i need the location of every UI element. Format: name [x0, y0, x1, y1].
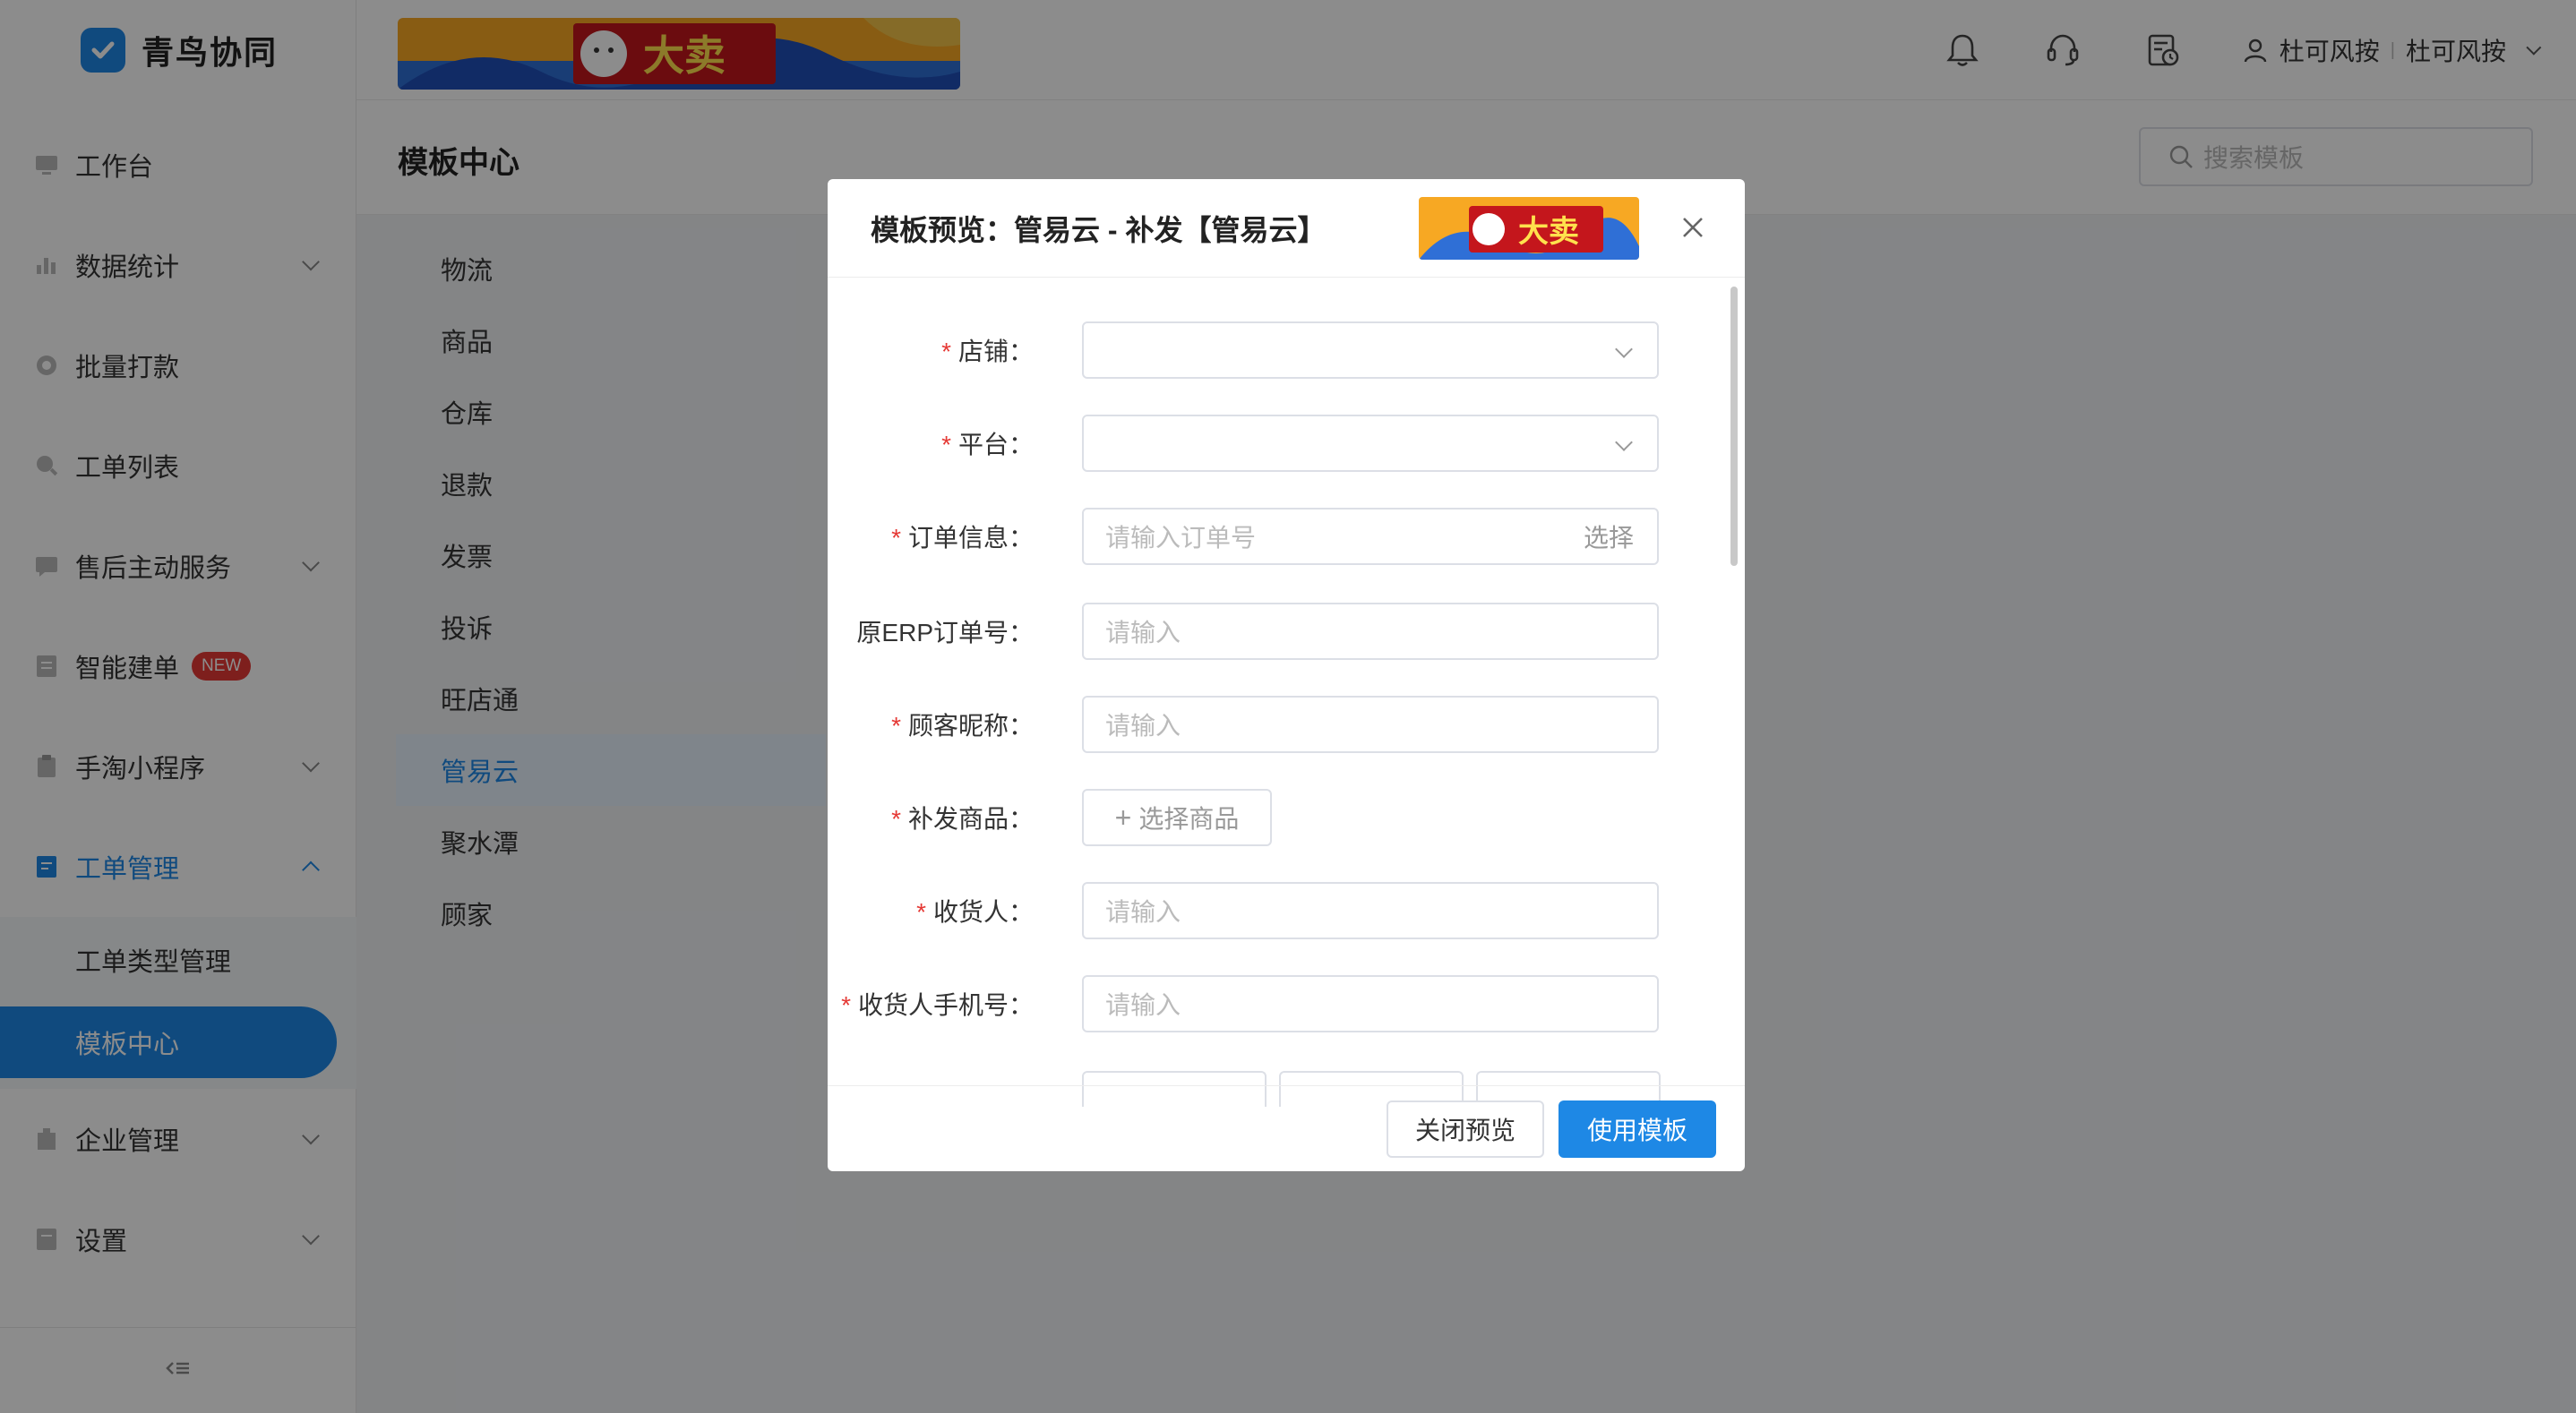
scrollbar-thumb[interactable]	[1730, 287, 1738, 566]
modal-title: 模板预览：管易云 - 补发【管易云】	[871, 214, 1327, 246]
form-row-receiver-phone: * 收货人手机号： 请输入	[828, 974, 1723, 1033]
close-icon[interactable]	[1675, 210, 1711, 245]
required-mark: *	[841, 991, 851, 1019]
form-row-order-info: * 订单信息： 请输入订单号 选择	[828, 507, 1723, 566]
receiver-input[interactable]: 请输入	[1082, 882, 1659, 939]
required-mark: *	[891, 524, 901, 552]
modal-banner-text: 大卖	[1518, 214, 1579, 250]
input-placeholder: 请输入	[1105, 898, 1181, 926]
form-row-platform: * 平台：	[828, 414, 1723, 473]
input-placeholder: 请输入订单号	[1105, 524, 1257, 552]
field-label: 原ERP订单号：	[856, 619, 1034, 647]
close-preview-button[interactable]: 关闭预览	[1387, 1100, 1544, 1158]
erp-order-input[interactable]: 请输入	[1082, 603, 1659, 660]
modal-footer: 关闭预览 使用模板	[828, 1085, 1745, 1171]
chevron-down-icon	[1615, 433, 1633, 451]
platform-select[interactable]	[1082, 415, 1659, 472]
required-mark: *	[891, 712, 901, 740]
required-mark: *	[891, 805, 901, 833]
field-label: * 店铺：	[941, 338, 1034, 365]
receiver-phone-input[interactable]: 请输入	[1082, 975, 1659, 1032]
customer-nick-input[interactable]: 请输入	[1082, 696, 1659, 753]
button-label: 选择商品	[1138, 805, 1240, 833]
required-mark: *	[941, 431, 951, 458]
field-label: * 收货人手机号：	[841, 991, 1034, 1019]
input-placeholder: 请输入	[1105, 991, 1181, 1019]
field-label: * 收货人：	[916, 898, 1034, 926]
template-preview-modal: 模板预览：管易云 - 补发【管易云】 大卖 * 店铺： * 平台： * 订单信息…	[828, 179, 1745, 1171]
form-row-customer-nick: * 顾客昵称： 请输入	[828, 695, 1723, 754]
field-label: * 订单信息：	[891, 524, 1034, 552]
chevron-down-icon	[1615, 340, 1633, 358]
field-label: * 顾客昵称：	[891, 712, 1034, 740]
modal-header: 模板预览：管易云 - 补发【管易云】 大卖	[828, 179, 1745, 278]
select-goods-button[interactable]: + 选择商品	[1082, 789, 1272, 846]
order-number-input[interactable]: 请输入订单号 选择	[1082, 508, 1659, 565]
modal-promo-banner: 大卖	[1419, 197, 1639, 260]
form-row-erp-order: 原ERP订单号： 请输入	[828, 602, 1723, 661]
form-row-shop: * 店铺：	[828, 321, 1723, 380]
order-select-link[interactable]: 选择	[1584, 518, 1634, 554]
required-mark: *	[941, 338, 951, 365]
input-placeholder: 请输入	[1105, 712, 1181, 740]
plus-icon: +	[1114, 801, 1132, 834]
input-placeholder: 请输入	[1105, 619, 1181, 647]
field-label: * 补发商品：	[891, 805, 1034, 833]
field-label: * 平台：	[941, 431, 1034, 458]
use-template-button[interactable]: 使用模板	[1558, 1100, 1716, 1158]
form-row-reissue-goods: * 补发商品： + 选择商品	[828, 788, 1723, 847]
form-row-receiver: * 收货人： 请输入	[828, 881, 1723, 940]
modal-body[interactable]: * 店铺： * 平台： * 订单信息： 请输入订单号 选择 原ERP订单号： 请输入 …	[828, 278, 1745, 1085]
required-mark: *	[916, 898, 926, 926]
shop-select[interactable]	[1082, 321, 1659, 379]
